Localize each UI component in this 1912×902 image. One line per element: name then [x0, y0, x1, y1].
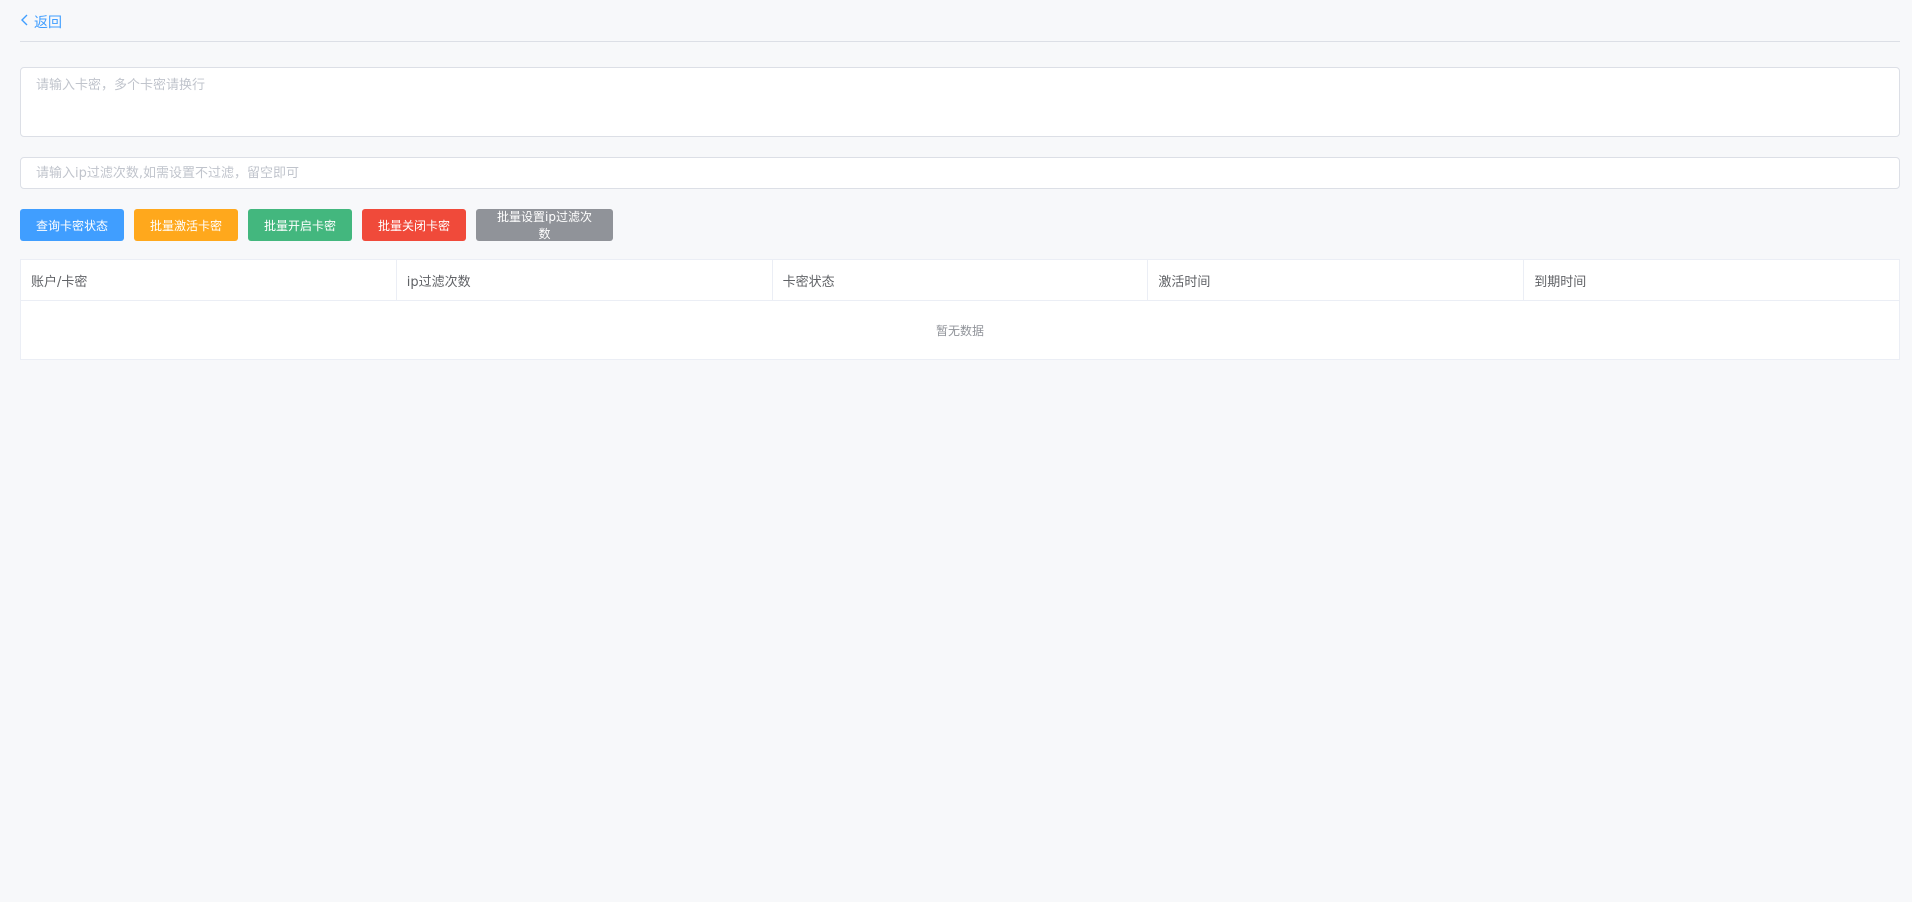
column-header-activation-time: 激活时间: [1148, 260, 1525, 300]
action-buttons: 查询卡密状态 批量激活卡密 批量开启卡密 批量关闭卡密 批量设置ip过滤次数: [20, 209, 1900, 241]
ip-filter-count-input[interactable]: [20, 157, 1900, 189]
chevron-left-icon: [20, 14, 30, 30]
top-bar: 返回: [20, 0, 1900, 42]
batch-set-ip-filter-button[interactable]: 批量设置ip过滤次数: [476, 209, 613, 241]
back-label: 返回: [34, 14, 62, 31]
column-header-account: 账户/卡密: [21, 260, 397, 300]
page: 返回 查询卡密状态 批量激活卡密 批量开启卡密 批量关闭卡密 批量设置ip过滤次…: [20, 0, 1900, 360]
back-button[interactable]: 返回: [20, 12, 62, 32]
table-empty-state: 暂无数据: [935, 323, 984, 338]
batch-activate-button[interactable]: 批量激活卡密: [134, 209, 238, 241]
batch-disable-button[interactable]: 批量关闭卡密: [362, 209, 466, 241]
card-status-table: 账户/卡密 ip过滤次数 卡密状态 激活时间 到期时间 暂无数据: [20, 259, 1900, 360]
card-key-textarea[interactable]: [20, 67, 1900, 137]
column-header-card-status: 卡密状态: [773, 260, 1149, 300]
table-header: 账户/卡密 ip过滤次数 卡密状态 激活时间 到期时间: [21, 260, 1899, 301]
batch-enable-button[interactable]: 批量开启卡密: [248, 209, 352, 241]
query-status-button[interactable]: 查询卡密状态: [20, 209, 124, 241]
column-header-expiry-time: 到期时间: [1534, 274, 1587, 290]
column-header-ip-filter-count: ip过滤次数: [397, 260, 773, 300]
